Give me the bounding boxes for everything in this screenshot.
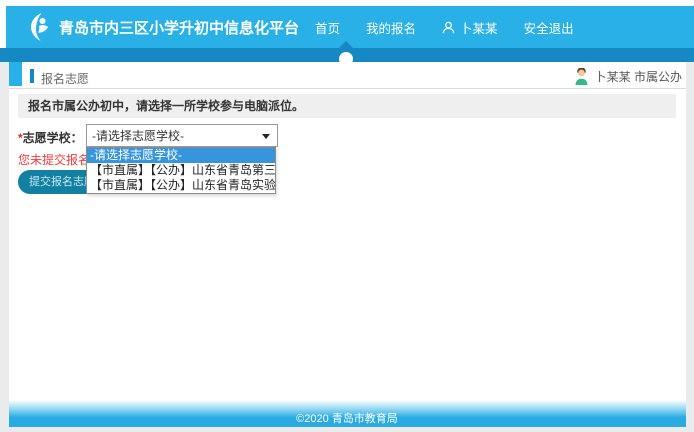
breadcrumb: 报名志愿 — [41, 70, 89, 87]
page-footer: ©2020 青岛市教育局 — [8, 400, 686, 427]
user-icon — [442, 21, 455, 34]
main-nav: 首页 我的报名 卜某某 安全退出 — [315, 18, 600, 37]
school-select[interactable]: -请选择志愿学校- — [86, 124, 278, 147]
dropdown-option[interactable]: -请选择志愿学校- — [87, 148, 275, 163]
chevron-down-icon — [262, 134, 270, 139]
active-tab-triangle — [339, 41, 353, 48]
bottom-strip — [0, 427, 694, 432]
page: 青岛市内三区小学升初中信息化平台 首页 我的报名 卜某某 安全退出 报名志愿 卜… — [0, 0, 694, 432]
user-badge: 卜某某 市属公办 — [574, 68, 682, 85]
dropdown-option[interactable]: 【市直属】【公办】山东省青岛实验初级中学 — [87, 178, 275, 193]
platform-logo-icon — [28, 12, 52, 42]
nav-item-user[interactable]: 卜某某 — [442, 18, 498, 37]
school-dropdown-list: -请选择志愿学校- 【市直属】【公办】山东省青岛第三十七中学 【市直属】【公办】… — [86, 147, 276, 194]
user-badge-label: 卜某某 市属公办 — [595, 68, 682, 85]
page-title: 青岛市内三区小学升初中信息化平台 — [59, 17, 299, 38]
avatar-icon — [574, 68, 589, 85]
copyright-text: ©2020 青岛市教育局 — [296, 410, 398, 426]
breadcrumb-marker — [30, 69, 34, 83]
notice-bar: 报名市属公办初中，请选择一所学校参与电脑派位。 — [18, 94, 676, 118]
nav-item-my-registration[interactable]: 我的报名 — [366, 18, 416, 37]
nav-item-home[interactable]: 首页 — [315, 18, 340, 37]
school-select-label: *志愿学校： — [18, 129, 83, 146]
active-tab-dot — [339, 52, 353, 66]
nav-user-name: 卜某某 — [460, 18, 498, 37]
divider — [8, 88, 686, 89]
nav-item-logout[interactable]: 安全退出 — [524, 18, 574, 37]
right-gutter — [686, 62, 694, 432]
left-gutter — [0, 62, 9, 432]
dropdown-option[interactable]: 【市直属】【公办】山东省青岛第三十七中学 — [87, 163, 275, 178]
school-select-value: -请选择志愿学校- — [92, 127, 184, 144]
warning-text: 您未提交报名 — [18, 151, 90, 168]
